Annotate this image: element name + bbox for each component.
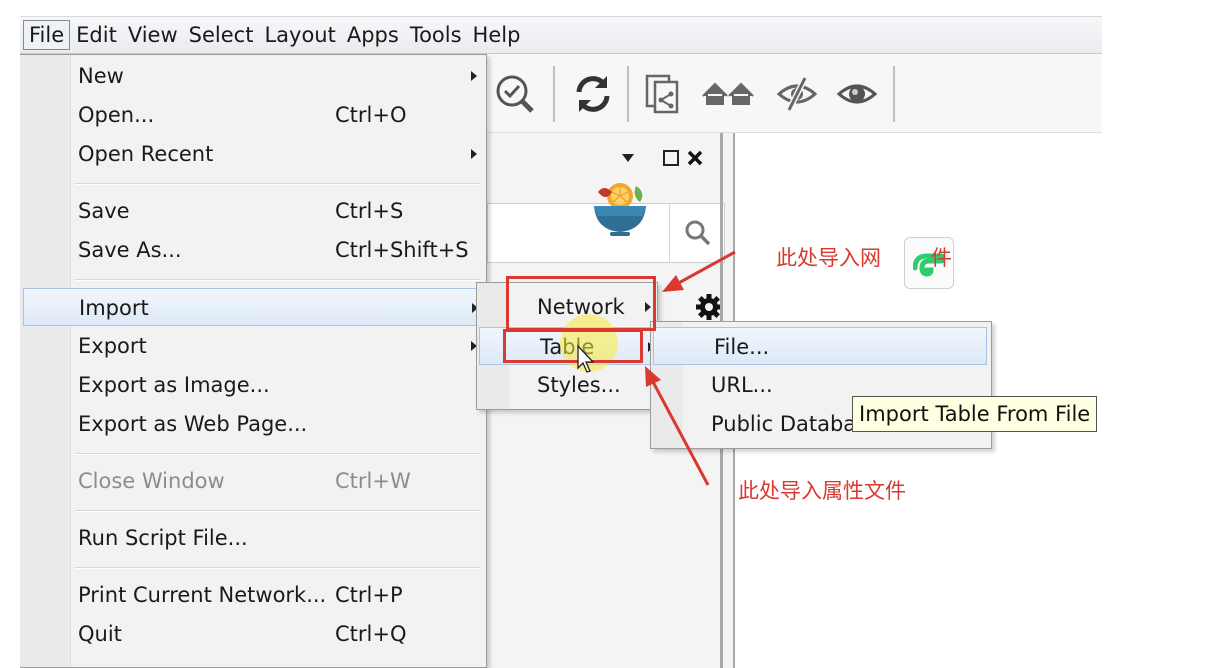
arrow-network — [662, 250, 736, 292]
annotation-note-network: 此处导入网件 — [776, 246, 952, 270]
arrow-table — [645, 366, 710, 486]
mouse-cursor-icon — [577, 344, 595, 373]
annotation-note-table: 此处导入属性文件 — [738, 479, 906, 503]
annotation-arrows — [577, 250, 736, 486]
